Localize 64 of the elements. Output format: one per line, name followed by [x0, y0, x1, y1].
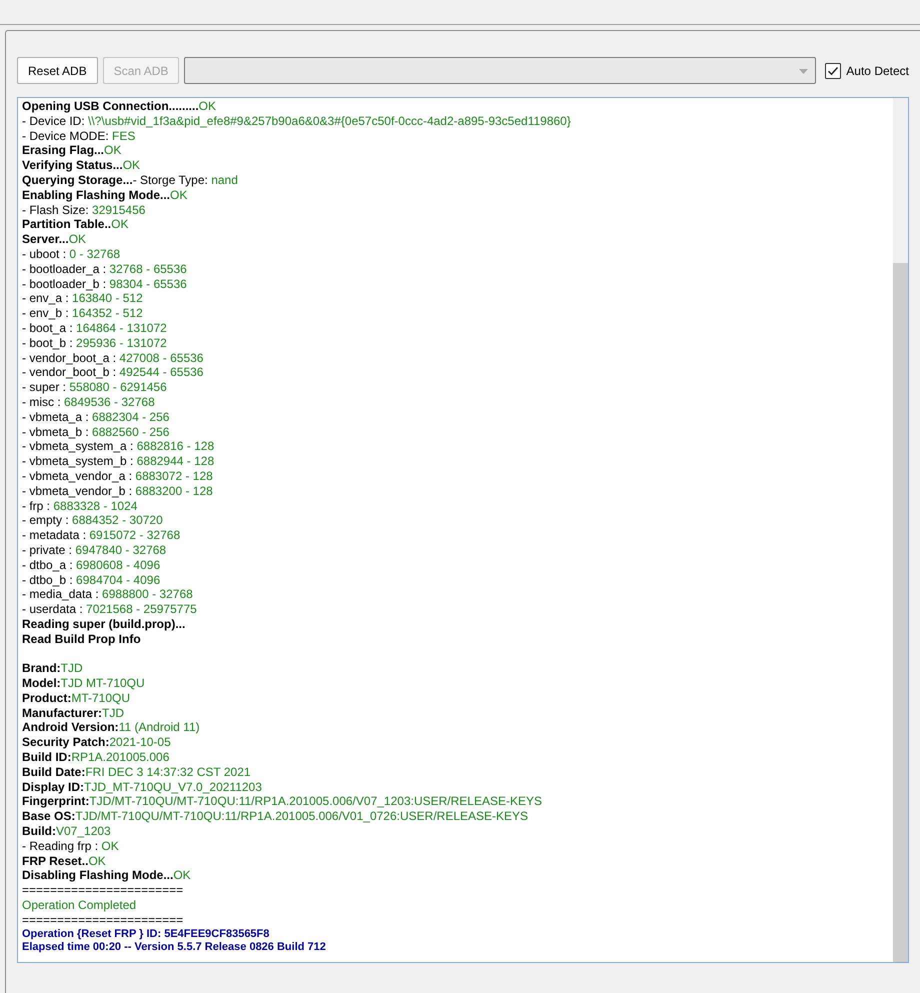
log-line: - vbmeta_vendor_b : 6883200 - 128 [22, 484, 213, 499]
log-line: Build ID:RP1A.201005.006 [22, 750, 170, 765]
log-line: Display ID:TJD_MT-710QU_V7.0_20211203 [22, 780, 262, 794]
log-line: - vbmeta_vendor_a : 6883072 - 128 [22, 468, 213, 484]
log-line: - empty : 6884352 - 30720 [22, 513, 163, 528]
log-line: - Device MODE: FES [22, 128, 136, 144]
scrollbar-track[interactable] [893, 98, 908, 962]
log-line: Enabling Flashing Mode...OK [22, 188, 188, 203]
log-line: Server...OK [22, 232, 86, 247]
log-line: Android Version:11 (Android 11) [22, 720, 200, 736]
log-line: - vbmeta_a : 6882304 - 256 [22, 410, 170, 425]
log-line: - vendor_boot_a : 427008 - 65536 [22, 350, 204, 366]
log-line: Fingerprint:TJD/MT-710QU/MT-710QU:11/RP1A.201005.006/V07_1203:USER/RELEASE-KEYS [22, 794, 542, 810]
log-line: - Device ID: \\?\usb#vid_1f3a&pid_efe8#9&257b90a6&0&3#{0e57c50f-0ccc-4ad2-a895-93c5ed119860} [22, 114, 571, 129]
log-line: Build Date:FRI DEC 3 14:37:32 CST 2021 [22, 764, 251, 780]
log-line: - boot_a : 164864 - 131072 [22, 320, 167, 336]
log-line: - dtbo_b : 6984704 - 4096 [22, 572, 160, 588]
log-line: Erasing Flag...OK [22, 143, 122, 158]
log-line: - vbmeta_system_a : 6882816 - 128 [22, 439, 214, 454]
log-line: Opening USB Connection.........OK [22, 99, 216, 114]
log-line: - uboot : 0 - 32768 [22, 246, 120, 262]
log-line: Security Patch:2021-10-05 [22, 735, 171, 750]
log-line: - media_data : 6988800 - 32768 [22, 587, 193, 602]
log-line: Manufacturer:TJD [22, 706, 124, 720]
log-line: Querying Storage...- Storge Type: nand [22, 172, 238, 188]
log-line: - Flash Size: 32915456 [22, 202, 146, 218]
log-line: - boot_b : 295936 - 131072 [22, 336, 167, 351]
log-line: - userdata : 7021568 - 25975775 [22, 602, 197, 617]
log-line: - dtbo_a : 6980608 - 4096 [22, 558, 160, 572]
scrollbar-thumb[interactable] [893, 263, 908, 962]
toolbar-button[interactable]: Reset ADB [17, 57, 98, 84]
log-line: - private : 6947840 - 32768 [22, 542, 166, 558]
log-line: ======================= [22, 912, 184, 928]
log-line: - frp : 6883328 - 1024 [22, 498, 138, 514]
log-line: - vendor_boot_b : 492544 - 65536 [22, 365, 204, 380]
log-line: - metadata : 6915072 - 32768 [22, 528, 180, 543]
log-line: - super : 558080 - 6291456 [22, 380, 167, 395]
log-line: - Reading frp : OK [22, 838, 119, 854]
log-line: Disabling Flashing Mode...OK [22, 868, 191, 884]
log-line: Partition Table..OK [22, 217, 128, 232]
log-line: Operation Completed [22, 898, 136, 913]
log-line: - misc : 6849536 - 32768 [22, 394, 155, 410]
log-line: Reading super (build.prop)... [22, 616, 186, 632]
log-line: Elapsed time 00:20 -- Version 5.5.7 Release 0826 Build 712 [22, 940, 326, 954]
log-line: - env_b : 164352 - 512 [22, 306, 143, 321]
log-line: Model:TJD MT-710QU [22, 676, 145, 691]
log-line: ======================= [22, 883, 184, 898]
log-line: Base OS:TJD/MT-710QU/MT-710QU:11/RP1A.201005.006/V01_0726:USER/RELEASE-KEYS [22, 809, 528, 824]
checkbox[interactable] [825, 62, 842, 78]
log-line: - bootloader_b : 98304 - 65536 [22, 276, 187, 292]
log-line: Brand:TJD [22, 661, 83, 676]
auto-detect-label[interactable]: Auto Detect [846, 62, 909, 80]
caret-icon [799, 68, 808, 74]
log-line: - env_a : 163840 - 512 [22, 291, 143, 306]
log-line: Read Build Prop Info [22, 632, 141, 646]
device-dropdown[interactable] [184, 57, 816, 84]
log-line: - vbmeta_system_b : 6882944 - 128 [22, 454, 214, 469]
log-line: Product:MT-710QU [22, 690, 130, 706]
log-line: - vbmeta_b : 6882560 - 256 [22, 424, 170, 440]
log-line: - bootloader_a : 32768 - 65536 [22, 262, 187, 277]
log-line: Build:V07_1203 [22, 824, 111, 839]
log-line: FRP Reset..OK [22, 854, 106, 868]
log-line: Operation {Reset FRP } ID: 5E4FEE9CF83565F8 [22, 928, 270, 941]
log-line: Verifying Status...OK [22, 158, 140, 173]
